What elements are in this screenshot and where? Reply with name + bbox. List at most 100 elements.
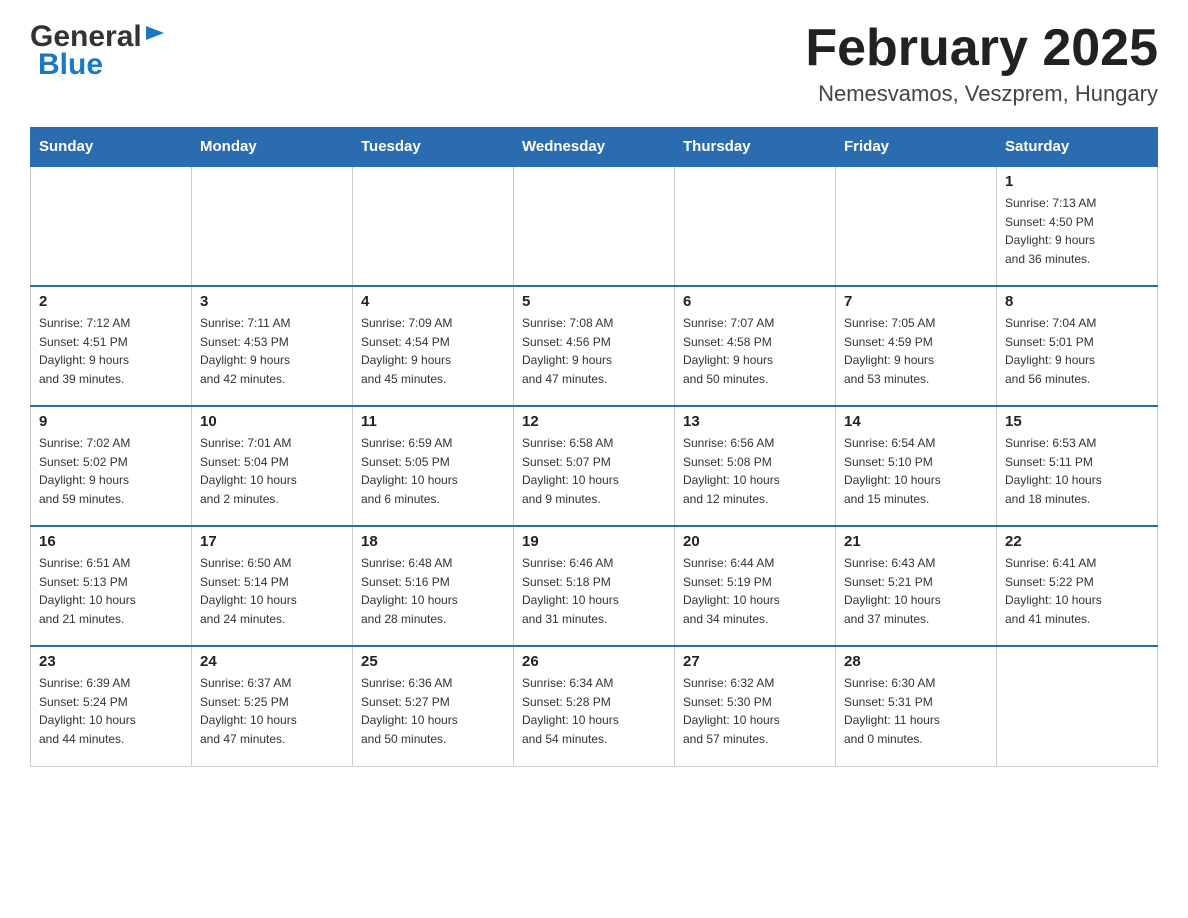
header-monday: Monday bbox=[192, 128, 353, 167]
calendar-week-row: 1 Sunrise: 7:13 AMSunset: 4:50 PMDaylight… bbox=[31, 166, 1158, 286]
day-number: 21 bbox=[844, 533, 988, 550]
day-info: Sunrise: 6:37 AMSunset: 5:25 PMDaylight:… bbox=[200, 674, 344, 748]
calendar-week-row: 9 Sunrise: 7:02 AMSunset: 5:02 PMDaylight… bbox=[31, 406, 1158, 526]
logo-arrow-icon bbox=[144, 22, 166, 44]
day-number: 20 bbox=[683, 533, 827, 550]
table-row: 23 Sunrise: 6:39 AMSunset: 5:24 PMDayligh… bbox=[31, 646, 192, 766]
table-row: 22 Sunrise: 6:41 AMSunset: 5:22 PMDayligh… bbox=[997, 526, 1158, 646]
day-number: 23 bbox=[39, 653, 183, 670]
day-info: Sunrise: 6:56 AMSunset: 5:08 PMDaylight:… bbox=[683, 434, 827, 508]
table-row: 25Sunrise: 6:36 AMSunset: 5:27 PMDayligh… bbox=[353, 646, 514, 766]
header-wednesday: Wednesday bbox=[514, 128, 675, 167]
table-row bbox=[997, 646, 1158, 766]
table-row bbox=[836, 166, 997, 286]
header-thursday: Thursday bbox=[675, 128, 836, 167]
day-info: Sunrise: 6:30 AMSunset: 5:31 PMDaylight:… bbox=[844, 674, 988, 748]
day-info: Sunrise: 7:13 AMSunset: 4:50 PMDaylight:… bbox=[1005, 194, 1149, 268]
table-row bbox=[31, 166, 192, 286]
header-tuesday: Tuesday bbox=[353, 128, 514, 167]
table-row: 3 Sunrise: 7:11 AMSunset: 4:53 PMDaylight… bbox=[192, 286, 353, 406]
table-row bbox=[514, 166, 675, 286]
day-number: 17 bbox=[200, 533, 344, 550]
calendar-title: February 2025 bbox=[805, 20, 1158, 77]
day-number: 6 bbox=[683, 293, 827, 310]
calendar-week-row: 23 Sunrise: 6:39 AMSunset: 5:24 PMDayligh… bbox=[31, 646, 1158, 766]
day-info: Sunrise: 6:46 AMSunset: 5:18 PMDaylight:… bbox=[522, 554, 666, 628]
day-info: Sunrise: 6:58 AMSunset: 5:07 PMDaylight:… bbox=[522, 434, 666, 508]
day-info: Sunrise: 6:36 AMSunset: 5:27 PMDaylight:… bbox=[361, 674, 505, 748]
day-info: Sunrise: 7:07 AMSunset: 4:58 PMDaylight:… bbox=[683, 314, 827, 388]
day-info: Sunrise: 6:43 AMSunset: 5:21 PMDaylight:… bbox=[844, 554, 988, 628]
header-friday: Friday bbox=[836, 128, 997, 167]
table-row bbox=[353, 166, 514, 286]
table-row: 6 Sunrise: 7:07 AMSunset: 4:58 PMDaylight… bbox=[675, 286, 836, 406]
table-row: 26 Sunrise: 6:34 AMSunset: 5:28 PMDayligh… bbox=[514, 646, 675, 766]
table-row: 5 Sunrise: 7:08 AMSunset: 4:56 PMDaylight… bbox=[514, 286, 675, 406]
day-info: Sunrise: 7:09 AMSunset: 4:54 PMDaylight:… bbox=[361, 314, 505, 388]
day-info: Sunrise: 6:50 AMSunset: 5:14 PMDaylight:… bbox=[200, 554, 344, 628]
calendar-table: Sunday Monday Tuesday Wednesday Thursday… bbox=[30, 127, 1158, 767]
table-row: 12 Sunrise: 6:58 AMSunset: 5:07 PMDayligh… bbox=[514, 406, 675, 526]
day-number: 27 bbox=[683, 653, 827, 670]
day-info: Sunrise: 7:01 AMSunset: 5:04 PMDaylight:… bbox=[200, 434, 344, 508]
title-section: February 2025 Nemesvamos, Veszprem, Hung… bbox=[805, 20, 1158, 107]
header-saturday: Saturday bbox=[997, 128, 1158, 167]
day-number: 10 bbox=[200, 413, 344, 430]
day-number: 3 bbox=[200, 293, 344, 310]
day-number: 9 bbox=[39, 413, 183, 430]
day-info: Sunrise: 6:53 AMSunset: 5:11 PMDaylight:… bbox=[1005, 434, 1149, 508]
day-number: 7 bbox=[844, 293, 988, 310]
day-info: Sunrise: 7:02 AMSunset: 5:02 PMDaylight:… bbox=[39, 434, 183, 508]
calendar-week-row: 2 Sunrise: 7:12 AMSunset: 4:51 PMDaylight… bbox=[31, 286, 1158, 406]
day-number: 16 bbox=[39, 533, 183, 550]
day-number: 18 bbox=[361, 533, 505, 550]
day-info: Sunrise: 6:54 AMSunset: 5:10 PMDaylight:… bbox=[844, 434, 988, 508]
day-info: Sunrise: 6:48 AMSunset: 5:16 PMDaylight:… bbox=[361, 554, 505, 628]
day-info: Sunrise: 6:59 AMSunset: 5:05 PMDaylight:… bbox=[361, 434, 505, 508]
calendar-subtitle: Nemesvamos, Veszprem, Hungary bbox=[805, 81, 1158, 107]
table-row: 18 Sunrise: 6:48 AMSunset: 5:16 PMDayligh… bbox=[353, 526, 514, 646]
table-row: 21 Sunrise: 6:43 AMSunset: 5:21 PMDayligh… bbox=[836, 526, 997, 646]
table-row: 19Sunrise: 6:46 AMSunset: 5:18 PMDayligh… bbox=[514, 526, 675, 646]
table-row: 15 Sunrise: 6:53 AMSunset: 5:11 PMDayligh… bbox=[997, 406, 1158, 526]
table-row: 28 Sunrise: 6:30 AMSunset: 5:31 PMDayligh… bbox=[836, 646, 997, 766]
day-number: 15 bbox=[1005, 413, 1149, 430]
table-row: 20Sunrise: 6:44 AMSunset: 5:19 PMDayligh… bbox=[675, 526, 836, 646]
day-number: 12 bbox=[522, 413, 666, 430]
day-info: Sunrise: 7:12 AMSunset: 4:51 PMDaylight:… bbox=[39, 314, 183, 388]
day-info: Sunrise: 7:11 AMSunset: 4:53 PMDaylight:… bbox=[200, 314, 344, 388]
day-number: 24 bbox=[200, 653, 344, 670]
table-row: 4Sunrise: 7:09 AMSunset: 4:54 PMDaylight… bbox=[353, 286, 514, 406]
day-number: 28 bbox=[844, 653, 988, 670]
day-number: 1 bbox=[1005, 173, 1149, 190]
calendar-week-row: 16 Sunrise: 6:51 AMSunset: 5:13 PMDayligh… bbox=[31, 526, 1158, 646]
day-info: Sunrise: 7:04 AMSunset: 5:01 PMDaylight:… bbox=[1005, 314, 1149, 388]
day-number: 13 bbox=[683, 413, 827, 430]
table-row: 24 Sunrise: 6:37 AMSunset: 5:25 PMDayligh… bbox=[192, 646, 353, 766]
day-info: Sunrise: 6:34 AMSunset: 5:28 PMDaylight:… bbox=[522, 674, 666, 748]
table-row: 13 Sunrise: 6:56 AMSunset: 5:08 PMDayligh… bbox=[675, 406, 836, 526]
day-number: 8 bbox=[1005, 293, 1149, 310]
day-number: 22 bbox=[1005, 533, 1149, 550]
weekday-header-row: Sunday Monday Tuesday Wednesday Thursday… bbox=[31, 128, 1158, 167]
day-number: 2 bbox=[39, 293, 183, 310]
table-row: 17 Sunrise: 6:50 AMSunset: 5:14 PMDayligh… bbox=[192, 526, 353, 646]
day-info: Sunrise: 7:08 AMSunset: 4:56 PMDaylight:… bbox=[522, 314, 666, 388]
table-row bbox=[675, 166, 836, 286]
table-row: 10 Sunrise: 7:01 AMSunset: 5:04 PMDayligh… bbox=[192, 406, 353, 526]
table-row: 1 Sunrise: 7:13 AMSunset: 4:50 PMDaylight… bbox=[997, 166, 1158, 286]
day-info: Sunrise: 7:05 AMSunset: 4:59 PMDaylight:… bbox=[844, 314, 988, 388]
table-row: 7 Sunrise: 7:05 AMSunset: 4:59 PMDaylight… bbox=[836, 286, 997, 406]
header-sunday: Sunday bbox=[31, 128, 192, 167]
day-number: 14 bbox=[844, 413, 988, 430]
logo: General Blue bbox=[30, 20, 166, 82]
logo-blue-text: Blue bbox=[38, 48, 103, 82]
day-info: Sunrise: 6:32 AMSunset: 5:30 PMDaylight:… bbox=[683, 674, 827, 748]
table-row: 27 Sunrise: 6:32 AMSunset: 5:30 PMDayligh… bbox=[675, 646, 836, 766]
table-row: 14 Sunrise: 6:54 AMSunset: 5:10 PMDayligh… bbox=[836, 406, 997, 526]
day-info: Sunrise: 6:39 AMSunset: 5:24 PMDaylight:… bbox=[39, 674, 183, 748]
day-info: Sunrise: 6:51 AMSunset: 5:13 PMDaylight:… bbox=[39, 554, 183, 628]
day-number: 26 bbox=[522, 653, 666, 670]
day-number: 5 bbox=[522, 293, 666, 310]
day-info: Sunrise: 6:41 AMSunset: 5:22 PMDaylight:… bbox=[1005, 554, 1149, 628]
